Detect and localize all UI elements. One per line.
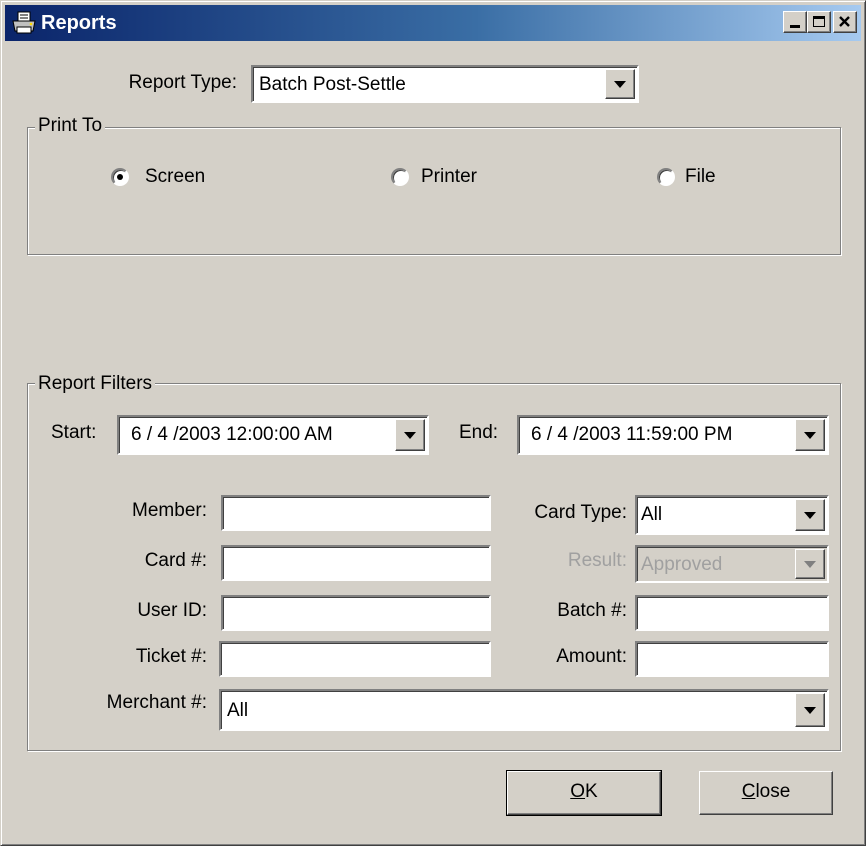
start-date-picker[interactable]: 6 / 4 /2003 12:00:00 AM <box>117 415 429 455</box>
minimize-button[interactable] <box>783 11 807 33</box>
card-type-value: All <box>641 504 663 525</box>
close-label-rest: lose <box>755 781 791 802</box>
radio-screen[interactable] <box>111 168 129 186</box>
user-id-input[interactable] <box>221 595 491 631</box>
chevron-down-icon <box>804 432 816 439</box>
card-number-label: Card #: <box>144 550 207 571</box>
start-date-dropdown-button[interactable] <box>395 419 425 451</box>
report-type-value: Batch Post-Settle <box>259 74 406 95</box>
ticket-number-label: Ticket #: <box>135 646 207 667</box>
reports-window: Reports Report Type: Batch Post-Settle P… <box>0 0 866 846</box>
batch-number-label: Batch #: <box>557 600 627 621</box>
report-type-dropdown[interactable]: Batch Post-Settle <box>251 65 639 103</box>
radio-screen-label[interactable]: Screen <box>145 165 205 189</box>
ok-mnemonic: O <box>570 781 586 802</box>
merchant-value: All <box>227 700 249 721</box>
card-type-label: Card Type: <box>534 502 627 523</box>
merchant-label: Merchant #: <box>106 692 207 713</box>
maximize-icon <box>813 16 825 27</box>
merchant-dropdown-button[interactable] <box>795 693 825 727</box>
end-date-dropdown-button[interactable] <box>795 419 825 451</box>
ok-label-rest: K <box>585 781 598 802</box>
user-id-label: User ID: <box>137 600 207 621</box>
chevron-down-icon <box>804 707 816 714</box>
close-button[interactable]: Close <box>699 771 833 815</box>
end-date-value: 6 / 4 /2003 11:59:00 PM <box>531 424 733 445</box>
chevron-down-icon <box>404 432 416 439</box>
print-to-legend: Print To <box>35 115 106 137</box>
result-value: Approved <box>641 554 723 575</box>
radio-dot <box>117 174 123 180</box>
result-dropdown: Approved <box>635 545 829 583</box>
end-label: End: <box>459 422 499 443</box>
window-title: Reports <box>41 12 117 34</box>
result-dropdown-button <box>795 549 825 579</box>
card-number-input[interactable] <box>221 545 491 581</box>
member-input[interactable] <box>221 495 491 531</box>
batch-number-input[interactable] <box>635 595 829 631</box>
amount-label: Amount: <box>556 646 627 667</box>
chevron-down-icon <box>614 81 626 88</box>
end-date-picker[interactable]: 6 / 4 /2003 11:59:00 PM <box>517 415 829 455</box>
minimize-icon <box>790 25 800 28</box>
radio-printer-label[interactable]: Printer <box>421 165 477 189</box>
radio-file[interactable] <box>657 168 675 186</box>
close-mnemonic: C <box>741 781 756 802</box>
start-date-value: 6 / 4 /2003 12:00:00 AM <box>131 424 333 445</box>
ok-button[interactable]: OK <box>506 770 662 816</box>
close-icon <box>839 16 850 27</box>
report-type-dropdown-button[interactable] <box>605 69 635 99</box>
title-bar[interactable]: Reports <box>5 5 861 41</box>
card-type-dropdown-button[interactable] <box>795 499 825 531</box>
printer-icon <box>12 11 36 34</box>
chevron-down-icon <box>804 512 816 519</box>
merchant-dropdown[interactable]: All <box>219 689 829 731</box>
maximize-button[interactable] <box>807 11 831 33</box>
result-label: Result: <box>567 550 627 571</box>
ticket-number-input[interactable] <box>219 641 491 677</box>
report-filters-legend: Report Filters <box>35 373 156 395</box>
chevron-down-icon <box>804 561 816 568</box>
print-to-group <box>27 127 841 255</box>
amount-input[interactable] <box>635 641 829 677</box>
close-window-button[interactable] <box>833 11 857 33</box>
start-label: Start: <box>51 422 97 443</box>
radio-file-label[interactable]: File <box>685 165 716 189</box>
card-type-dropdown[interactable]: All <box>635 495 829 535</box>
radio-printer[interactable] <box>391 168 409 186</box>
member-label: Member: <box>132 500 207 521</box>
report-type-label: Report Type: <box>128 72 237 93</box>
